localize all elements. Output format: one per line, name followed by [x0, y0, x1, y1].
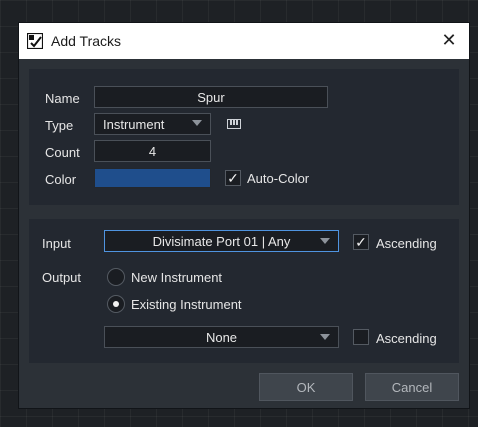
checkmark-icon: ✓ — [227, 170, 239, 186]
color-swatch[interactable] — [94, 168, 211, 188]
chevron-down-icon — [320, 238, 330, 244]
chevron-down-icon — [192, 120, 202, 126]
count-field[interactable]: 4 — [94, 140, 211, 162]
name-label: Name — [45, 91, 80, 106]
auto-color-checkbox[interactable]: ✓ — [225, 170, 241, 186]
title-bar: Add Tracks ✕ — [19, 23, 469, 59]
input-ascending-label: Ascending — [376, 236, 437, 251]
close-icon: ✕ — [441, 29, 457, 50]
existing-instrument-label: Existing Instrument — [131, 297, 242, 312]
auto-color-label: Auto-Color — [247, 171, 310, 186]
output-ascending-checkbox[interactable] — [353, 329, 369, 345]
track-settings-panel: Name Spur Type Instrument Count 4 Color … — [29, 69, 459, 205]
ok-button[interactable]: OK — [259, 373, 353, 401]
checkmark-icon: ✓ — [355, 234, 367, 250]
instrument-select[interactable]: None — [104, 326, 339, 348]
input-select-value: Divisimate Port 01 | Any — [152, 233, 291, 249]
color-label: Color — [45, 172, 77, 187]
close-button[interactable]: ✕ — [437, 28, 461, 52]
type-select-value: Instrument — [103, 116, 165, 132]
name-field[interactable]: Spur — [94, 86, 328, 108]
output-ascending-label: Ascending — [376, 331, 437, 346]
add-tracks-icon — [27, 33, 43, 49]
cancel-button[interactable]: Cancel — [365, 373, 459, 401]
type-label: Type — [45, 118, 74, 133]
output-label: Output — [42, 270, 82, 285]
type-select[interactable]: Instrument — [94, 113, 211, 135]
new-instrument-radio[interactable] — [107, 268, 125, 286]
input-select[interactable]: Divisimate Port 01 | Any — [104, 230, 339, 252]
existing-instrument-radio[interactable] — [107, 295, 125, 313]
new-instrument-label: New Instrument — [131, 270, 223, 285]
count-label: Count — [45, 145, 80, 160]
input-label: Input — [42, 236, 71, 251]
input-ascending-checkbox[interactable]: ✓ — [353, 234, 369, 250]
dialog-title: Add Tracks — [51, 33, 122, 49]
routing-panel: Input Divisimate Port 01 | Any ✓ Ascendi… — [29, 219, 459, 363]
piano-keys-icon — [227, 119, 241, 129]
chevron-down-icon — [320, 334, 330, 340]
add-tracks-dialog: Add Tracks ✕ Name Spur Type Instrument C… — [18, 22, 470, 409]
instrument-select-value: None — [205, 329, 238, 345]
